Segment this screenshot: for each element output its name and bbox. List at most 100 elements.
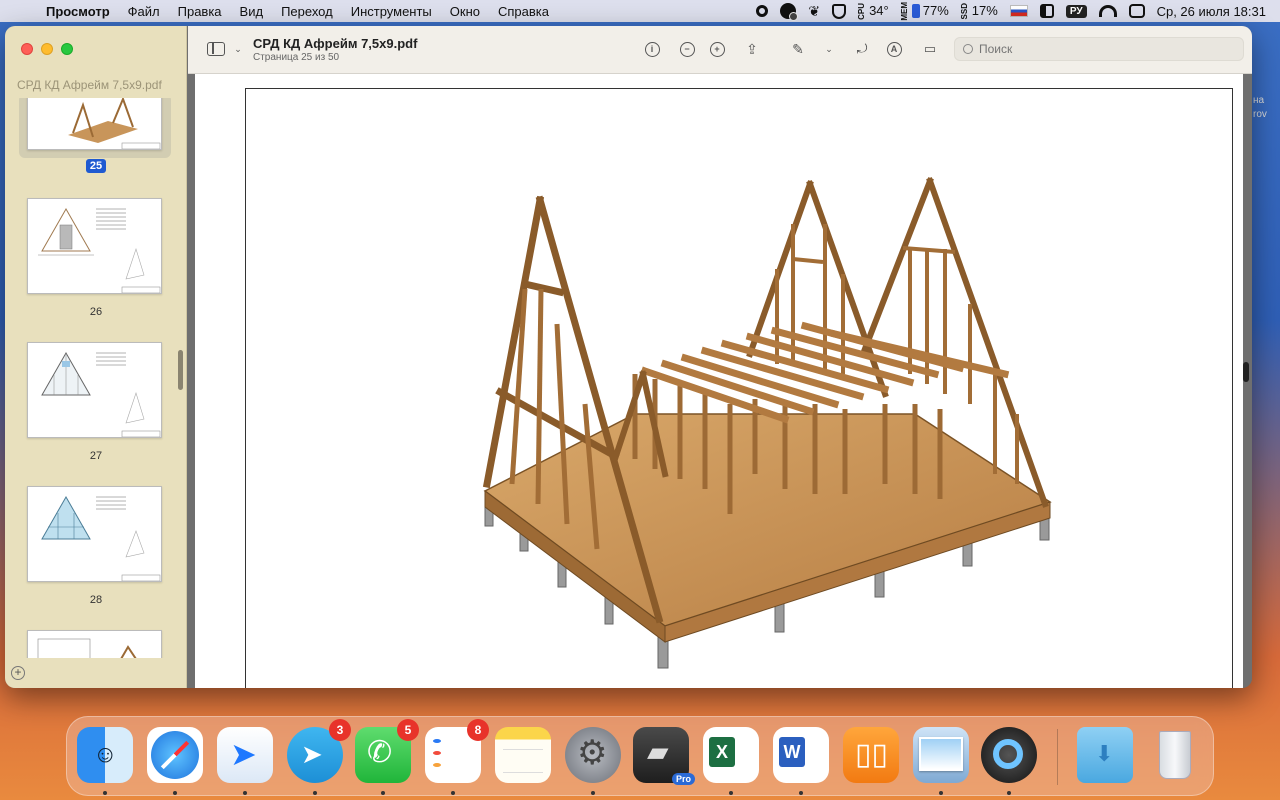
dock-preview[interactable] (913, 727, 969, 783)
menu-view[interactable]: Вид (240, 4, 264, 19)
running-indicator (1007, 791, 1011, 795)
document-scrollbar[interactable] (1243, 362, 1249, 382)
sidebar-scrollbar[interactable] (178, 350, 183, 390)
running-indicator (729, 791, 733, 795)
dock-downloads[interactable]: ⬇ (1077, 727, 1133, 783)
menu-window[interactable]: Окно (450, 4, 480, 19)
shield-icon[interactable] (832, 3, 847, 19)
dock-safari[interactable] (147, 727, 203, 783)
pro-label: Pro (671, 773, 695, 785)
thumbnail-frame-drawing (37, 638, 137, 658)
clock[interactable]: Ср, 26 июля 18:31 (1157, 4, 1266, 19)
add-page-button[interactable]: + (11, 666, 25, 680)
thumbnail-number: 26 (5, 306, 187, 318)
word-icon: W (779, 737, 805, 767)
russia-flag-icon[interactable] (1009, 5, 1028, 17)
dock-spark[interactable]: ➤ (217, 727, 273, 783)
rotate-button[interactable]: ⤾ (852, 39, 872, 59)
ssd-status[interactable]: SSD 17% (960, 3, 998, 19)
record-icon[interactable] (756, 5, 769, 17)
running-indicator (939, 791, 943, 795)
document-page-info: Страница 25 из 50 (253, 52, 340, 63)
thumbnail-page[interactable] (27, 98, 162, 150)
sidebar-toggle-button[interactable] (206, 39, 226, 59)
app-status-icon[interactable] (780, 3, 799, 21)
menu-app-name[interactable]: Просмотр (46, 4, 110, 19)
menu-tools[interactable]: Инструменты (351, 4, 432, 19)
dock-reminders[interactable]: 8 (425, 719, 489, 783)
dock-telegram[interactable]: ➤ 3 (287, 719, 351, 783)
search-field[interactable] (954, 37, 1244, 61)
markup-button[interactable]: ✎ (788, 39, 808, 59)
thumbnail-page[interactable] (27, 486, 162, 582)
minimize-button[interactable] (41, 43, 53, 55)
leaf-icon[interactable]: ❦ (808, 3, 820, 20)
excel-icon: X (709, 737, 735, 767)
notes-icon (503, 749, 543, 773)
page-number-label: 25 (85, 159, 107, 173)
memory-label-icon: MEM (899, 1, 909, 21)
running-indicator (799, 791, 803, 795)
dock-trash[interactable] (1147, 727, 1203, 783)
status-area: ❦ CPU 34° MEM 77% SSD 17% РУ Ср, 26 июля… (756, 0, 1280, 22)
quicktime-icon (993, 739, 1023, 769)
dock-separator (1057, 729, 1058, 785)
rotate-icon: ⤾ (856, 41, 868, 56)
dock-books[interactable]: ▯▯ (843, 727, 899, 783)
menu-edit[interactable]: Правка (178, 4, 222, 19)
preview-icon (919, 737, 963, 771)
dock-quicktime[interactable] (981, 727, 1037, 783)
annotate-button[interactable]: A (884, 39, 904, 59)
close-button[interactable] (21, 43, 33, 55)
preview-window: СРД КД Афрейм 7,5х9.pdf 25 26 27 28 + ⌄ … (5, 26, 1252, 688)
running-indicator (451, 791, 455, 795)
fullscreen-button[interactable] (61, 43, 73, 55)
stage-manager-icon[interactable] (1039, 4, 1054, 18)
sidebar-document-title: СРД КД Афрейм 7,5х9.pdf (17, 78, 162, 92)
memory-value: 77% (922, 3, 949, 19)
menu-file[interactable]: Файл (128, 4, 160, 19)
running-indicator (243, 791, 247, 795)
markup-chevron-icon[interactable]: ⌄ (819, 39, 839, 59)
thumbnail-list[interactable]: 25 26 27 28 (5, 98, 187, 658)
menu-help[interactable]: Справка (498, 4, 549, 19)
share-button[interactable]: ⇪ (742, 39, 762, 59)
document-title: СРД КД Афрейм 7,5х9.pdf (253, 36, 418, 51)
trash-icon (1159, 731, 1191, 779)
whatsapp-badge: 5 (397, 719, 419, 741)
thumbnail-page[interactable] (27, 198, 162, 294)
info-button[interactable]: i (642, 39, 662, 59)
menu-go[interactable]: Переход (281, 4, 333, 19)
reminders-badge: 8 (467, 719, 489, 741)
dock-notes[interactable] (495, 727, 551, 783)
zoom-in-icon: + (709, 41, 725, 57)
sidebar-options-chevron-icon[interactable]: ⌄ (228, 39, 248, 59)
keyboard-layout[interactable]: РУ (1065, 4, 1087, 18)
search-icon (963, 44, 973, 54)
dock-system-settings[interactable]: ⚙ (565, 727, 621, 783)
thumbnail-page[interactable] (27, 342, 162, 438)
running-indicator (103, 791, 107, 795)
zoom-in-button[interactable]: + (707, 39, 727, 59)
memory-status[interactable]: MEM 77% (899, 1, 949, 21)
thumbnail-elevation-drawing (41, 495, 161, 581)
document-view[interactable] (188, 74, 1252, 688)
share-icon: ⇪ (746, 40, 758, 57)
page-number-label: 26 (89, 306, 103, 318)
dock-excel[interactable]: X (703, 727, 759, 783)
telegram-badge: 3 (329, 719, 351, 741)
dock-word[interactable]: W (773, 727, 829, 783)
dock-final-cut-pro[interactable]: ▰ Pro (633, 727, 695, 785)
wifi-icon[interactable] (1098, 5, 1117, 17)
background-text-line: на (1253, 95, 1265, 106)
form-filling-button[interactable]: ▭ (920, 39, 940, 59)
weather-status[interactable]: CPU 34° (857, 3, 889, 20)
thumbnail-page[interactable] (27, 630, 162, 658)
dock-whatsapp[interactable]: ✆ 5 (355, 719, 419, 783)
dock-finder[interactable]: ☺ (77, 727, 133, 783)
search-input[interactable] (979, 42, 1219, 56)
control-center-icon[interactable] (1128, 4, 1145, 18)
zoom-out-button[interactable]: − (677, 39, 697, 59)
menu-bar: Просмотр Файл Правка Вид Переход Инструм… (0, 0, 1280, 22)
finder-icon: ☺ (93, 741, 118, 768)
